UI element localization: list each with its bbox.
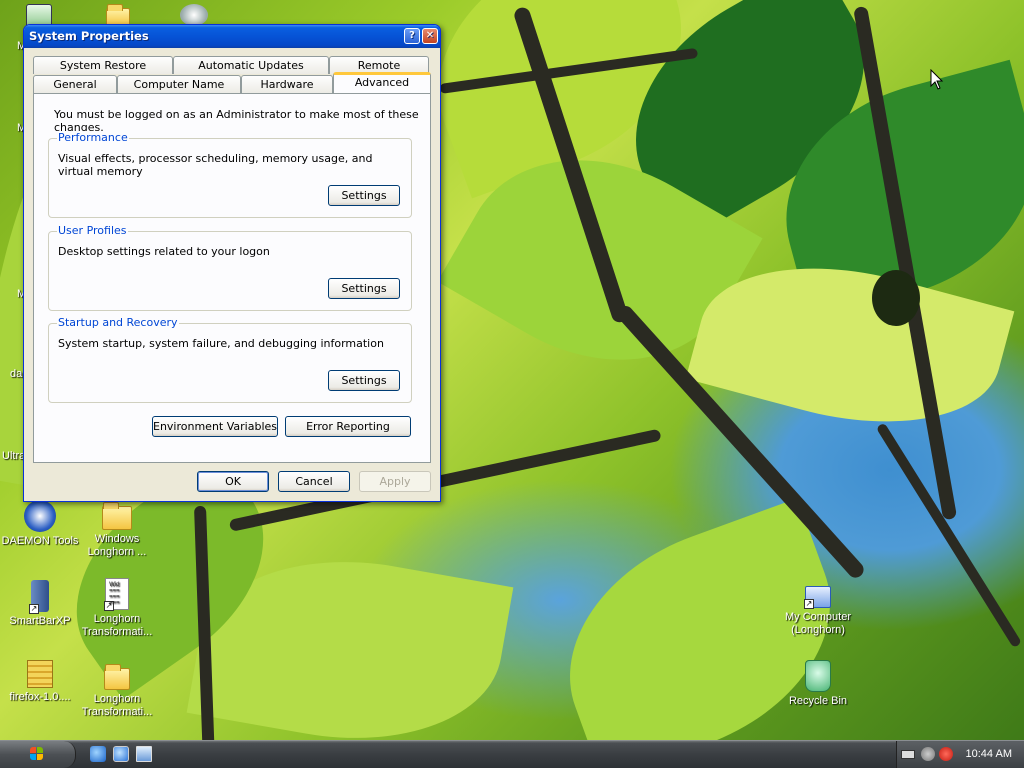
- desktop-icon-smartbarxp[interactable]: ↗ SmartBarXP: [0, 580, 80, 628]
- desktop-icon-daemon-tools[interactable]: DAEMON Tools: [0, 500, 80, 548]
- zip-folder-icon: [27, 660, 53, 688]
- taskbar: 10:44 AM: [0, 740, 1024, 768]
- tray-expand-icon[interactable]: [921, 747, 935, 761]
- close-button[interactable]: ✕: [422, 28, 438, 44]
- startup-recovery-description: System startup, system failure, and debu…: [58, 337, 384, 350]
- apply-button[interactable]: Apply: [359, 471, 431, 492]
- dialog-body: System Restore Automatic Updates Remote …: [27, 48, 437, 498]
- system-properties-window: System Properties ? ✕ System Restore Aut…: [23, 24, 441, 502]
- user-profiles-group: User Profiles Desktop settings related t…: [48, 224, 412, 311]
- performance-settings-button[interactable]: Settings: [328, 185, 400, 206]
- start-button[interactable]: [0, 741, 76, 768]
- tab-advanced[interactable]: Advanced: [333, 72, 431, 93]
- desktop-icon-windows-longhorn[interactable]: Windows Longhorn ...: [77, 500, 157, 559]
- help-button[interactable]: ?: [404, 28, 420, 44]
- tab-general[interactable]: General: [33, 75, 117, 93]
- recycle-bin-icon: [805, 660, 831, 692]
- ok-button[interactable]: OK: [197, 471, 269, 492]
- performance-description: Visual effects, processor scheduling, me…: [58, 152, 373, 178]
- taskbar-clock[interactable]: 10:44 AM: [966, 748, 1012, 760]
- desktop-icon-label: firefox-1.0....: [9, 691, 71, 703]
- daemon-tools-icon: [24, 500, 56, 532]
- startup-recovery-settings-button[interactable]: Settings: [328, 370, 400, 391]
- desktop-icon-firefox-zip[interactable]: firefox-1.0....: [0, 660, 80, 704]
- environment-variables-button[interactable]: Environment Variables: [152, 416, 278, 437]
- folder-icon: [104, 664, 130, 690]
- performance-group-title: Performance: [57, 131, 129, 144]
- window-title: System Properties: [29, 29, 149, 43]
- my-computer-icon: ↗: [804, 586, 831, 609]
- mouse-cursor-icon: [930, 69, 944, 90]
- desktop-icon-recycle-bin[interactable]: Recycle Bin: [778, 660, 858, 708]
- wallpaper-berry: [872, 270, 920, 326]
- folder-icon: [102, 502, 132, 530]
- windows-logo-icon: [30, 747, 44, 761]
- desktop-icon-label: Longhorn Transformati...: [81, 693, 153, 718]
- desktop-icon-my-computer[interactable]: ↗ My Computer (Longhorn): [778, 580, 858, 637]
- tab-automatic-updates[interactable]: Automatic Updates: [173, 56, 329, 74]
- desktop-icon-label: DAEMON Tools: [1, 535, 79, 547]
- desktop-icon-label: SmartBarXP: [9, 615, 71, 627]
- ie-alt-icon[interactable]: [113, 746, 129, 762]
- system-tray: 10:44 AM: [896, 741, 1024, 768]
- document-icon: ↗: [104, 578, 129, 611]
- shield-alert-icon[interactable]: [939, 747, 953, 761]
- tab-computer-name[interactable]: Computer Name: [117, 75, 241, 93]
- tab-hardware[interactable]: Hardware: [241, 75, 333, 93]
- tab-system-restore[interactable]: System Restore: [33, 56, 173, 74]
- cancel-button[interactable]: Cancel: [278, 471, 350, 492]
- desktop-icon-label: Recycle Bin: [788, 695, 848, 707]
- user-profiles-group-title: User Profiles: [57, 224, 128, 237]
- wallpaper-branch: [875, 422, 1023, 649]
- error-reporting-button[interactable]: Error Reporting: [285, 416, 411, 437]
- desktop-icon-longhorn-transformation-folder[interactable]: Longhorn Transformati...: [77, 660, 157, 719]
- startup-recovery-group-title: Startup and Recovery: [57, 316, 179, 329]
- advanced-tab-panel: You must be logged on as an Administrato…: [33, 93, 431, 463]
- smartbarxp-icon: ↗: [29, 580, 49, 614]
- desktop-icon-label: Longhorn Transformati...: [81, 613, 153, 638]
- user-profiles-description: Desktop settings related to your logon: [58, 245, 270, 258]
- close-icon: ✕: [425, 30, 435, 41]
- keyboard-icon[interactable]: [901, 750, 915, 759]
- desktop-icon-label: My Computer (Longhorn): [784, 611, 852, 636]
- performance-group: Performance Visual effects, processor sc…: [48, 131, 412, 218]
- internet-explorer-icon[interactable]: [90, 746, 106, 762]
- show-desktop-icon[interactable]: [136, 746, 152, 762]
- partial-icon-label: da: [10, 368, 23, 380]
- disc-icon[interactable]: [180, 4, 208, 26]
- partial-icon-label: Ultra: [2, 450, 26, 462]
- title-bar[interactable]: System Properties ? ✕: [24, 25, 440, 48]
- desktop-icon-label: Windows Longhorn ...: [87, 533, 147, 558]
- startup-recovery-group: Startup and Recovery System startup, sys…: [48, 316, 412, 403]
- desktop-icon-longhorn-transformation-doc[interactable]: ↗ Longhorn Transformati...: [77, 578, 157, 639]
- user-profiles-settings-button[interactable]: Settings: [328, 278, 400, 299]
